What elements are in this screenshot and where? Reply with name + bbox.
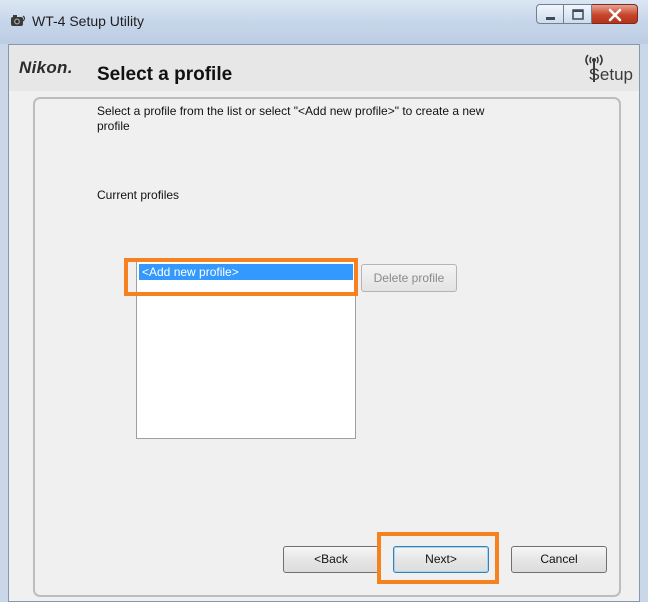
setup-window: WT-4 Setup Utility Nikon. Setup Select a…: [0, 0, 648, 602]
caption-buttons: [536, 4, 638, 26]
page-title: Select a profile: [97, 64, 233, 85]
title-bar[interactable]: WT-4 Setup Utility: [0, 0, 648, 44]
highlight-profile-item: [124, 258, 358, 296]
delete-profile-button[interactable]: Delete profile: [361, 264, 457, 292]
current-profiles-label: Current profiles: [97, 188, 180, 202]
page-description: Select a profile from the list or select…: [97, 104, 485, 133]
close-icon: [608, 8, 622, 22]
back-button[interactable]: <Back: [283, 546, 379, 573]
setup-logo-text: Setup: [588, 65, 633, 84]
nikon-logo: Nikon.: [19, 58, 73, 77]
window-title: WT-4 Setup Utility: [32, 13, 145, 29]
close-button[interactable]: [592, 4, 638, 24]
maximize-button[interactable]: [564, 4, 592, 24]
highlight-next-button: [377, 532, 499, 584]
minimize-button[interactable]: [536, 4, 564, 24]
wt4-app-icon: [10, 13, 27, 28]
cancel-button[interactable]: Cancel: [511, 546, 607, 573]
